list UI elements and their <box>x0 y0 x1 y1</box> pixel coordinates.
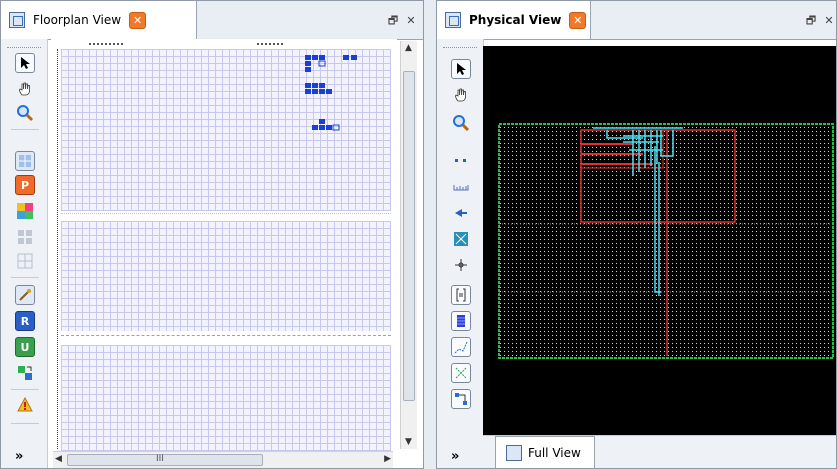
scroll-down-icon[interactable]: ▼ <box>405 437 412 447</box>
grid-small-icon[interactable] <box>15 227 35 247</box>
floorplan-restore-icon[interactable]: 🗗 <box>385 13 401 29</box>
physical-toolbar: » <box>437 39 484 468</box>
toolbar-more-icon[interactable]: » <box>15 449 23 464</box>
physical-canvas[interactable] <box>483 46 836 438</box>
physical-tab-icon <box>445 12 461 28</box>
warning-icon[interactable] <box>15 395 35 415</box>
physical-restore-icon[interactable]: 🗗 <box>803 13 819 29</box>
grid-icon[interactable] <box>15 151 35 171</box>
toolbar-grip <box>443 47 477 50</box>
cell-move-icon[interactable] <box>15 363 35 383</box>
tab-physical-view[interactable]: Physical View ✕ <box>437 1 591 39</box>
full-view-label: Full View <box>528 445 581 460</box>
floorplan-tab-icon <box>9 12 25 28</box>
tab-floorplan-view[interactable]: Floorplan View ✕ <box>1 1 197 39</box>
floorplan-tab-title: Floorplan View <box>33 13 122 27</box>
die-core-area <box>499 124 833 358</box>
scroll-left-icon[interactable]: ◀ <box>55 454 62 464</box>
hand-pan-icon[interactable] <box>451 85 471 105</box>
bracket-icon[interactable] <box>451 285 471 305</box>
selected-cells <box>305 55 357 131</box>
vertical-scroll-thumb[interactable] <box>403 71 415 401</box>
toolbar-separator <box>11 277 39 278</box>
zoom-icon[interactable] <box>15 103 35 123</box>
toolbar-separator <box>11 129 39 130</box>
grid-select-icon[interactable] <box>15 251 35 271</box>
scroll-thumb-grip: III <box>156 454 164 464</box>
scroll-up-icon[interactable]: ▲ <box>405 43 412 53</box>
tab-full-view[interactable]: Full View <box>495 436 595 468</box>
physical-tab-title: Physical View <box>469 13 562 27</box>
floorplan-grid-block <box>61 221 391 331</box>
cell-icon[interactable] <box>451 311 471 331</box>
toolbar-grip <box>7 47 41 50</box>
arrow-left-icon[interactable] <box>451 203 471 223</box>
ruler-icon[interactable] <box>451 177 471 197</box>
route-icon[interactable] <box>451 337 471 357</box>
floorplan-canvas[interactable] <box>51 39 397 453</box>
physical-layout-drawing <box>498 123 834 359</box>
row-divider <box>61 335 391 344</box>
physical-tab-close-icon[interactable]: ✕ <box>569 11 587 29</box>
crosshair-icon[interactable] <box>451 255 471 275</box>
connect-icon[interactable] <box>451 389 471 409</box>
floorplan-toolbar: P R U » <box>1 39 48 468</box>
pointer-icon[interactable] <box>451 59 471 79</box>
floorplan-horizontal-scrollbar[interactable]: ◀ III ▶ <box>53 451 393 468</box>
floorplan-tab-close-icon[interactable]: ✕ <box>129 11 147 29</box>
net-icon[interactable] <box>451 229 471 249</box>
toolbar-separator <box>11 389 39 390</box>
placement-icon[interactable]: P <box>15 175 35 195</box>
row-divider <box>61 213 391 220</box>
horizontal-scroll-thumb[interactable]: III <box>67 454 263 466</box>
toolbar-more-icon[interactable]: » <box>451 449 459 464</box>
move-icon[interactable] <box>451 363 471 383</box>
floorplan-grid-block <box>61 345 391 453</box>
physical-panel: Physical View ✕ 🗗 ✕ » Full View <box>436 0 837 469</box>
floorplan-vertical-scrollbar[interactable]: ▲ ▼ <box>400 41 417 449</box>
full-view-icon <box>506 444 522 461</box>
tools-icon[interactable] <box>15 285 35 305</box>
physical-close-panel-icon[interactable]: ✕ <box>821 13 836 29</box>
floorplan-panel: Floorplan View ✕ 🗗 ✕ P R U » ▲ ▼ ◀ III ▶ <box>0 0 424 469</box>
route-u-icon[interactable]: U <box>15 337 35 357</box>
toolbar-separator <box>11 423 39 424</box>
route-r-icon[interactable]: R <box>15 311 35 331</box>
floorplan-close-panel-icon[interactable]: ✕ <box>403 13 419 29</box>
hand-pan-icon[interactable] <box>15 79 35 99</box>
zoom-icon[interactable] <box>451 113 471 133</box>
scroll-right-icon[interactable]: ▶ <box>384 454 391 464</box>
color-map-icon[interactable] <box>15 201 35 221</box>
dots-icon[interactable] <box>451 151 471 171</box>
pointer-icon[interactable] <box>15 53 35 73</box>
